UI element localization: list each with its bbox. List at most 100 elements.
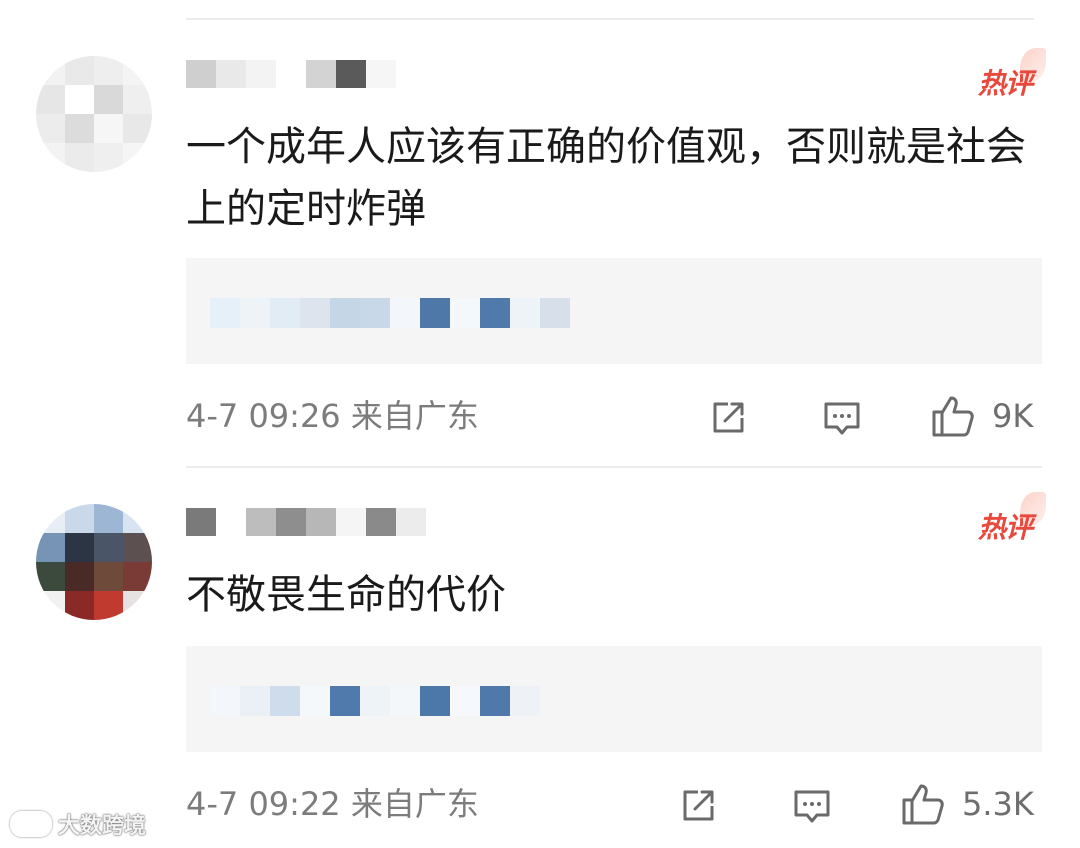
reply-preview-pixel [510, 298, 540, 328]
comment-icon [824, 402, 860, 435]
avatar-pixel [65, 562, 94, 591]
reply-preview-pixel [240, 298, 270, 328]
avatar[interactable] [36, 504, 152, 620]
username-pixel [366, 508, 396, 536]
reply-preview-pixel [210, 686, 240, 716]
avatar-pixel [123, 56, 152, 85]
comment-footer: 4-7 09:26 来自广东 9K [0, 394, 1080, 438]
username-pixel [186, 60, 216, 88]
avatar-pixel [123, 504, 152, 533]
avatar-pixel [65, 504, 94, 533]
share-button[interactable] [708, 398, 748, 438]
reply-preview-pixel [360, 298, 390, 328]
avatar-pixel [94, 562, 123, 591]
username-pixel [216, 508, 246, 536]
share-icon [713, 402, 744, 433]
reply-preview-box[interactable] [186, 646, 1042, 752]
hot-comment-badge: 热评 [978, 492, 1047, 546]
watermark: 大数跨境 [10, 808, 146, 840]
username-pixel [246, 508, 276, 536]
reply-preview-pixel [300, 686, 330, 716]
reply-preview-pixel [270, 686, 300, 716]
avatar-pixel [94, 114, 123, 143]
reply-preview-pixel [510, 686, 540, 716]
reply-preview-pixel [450, 686, 480, 716]
like-count: 9K [992, 397, 1034, 435]
comment-location: 来自广东 [350, 397, 479, 435]
avatar-pixel [123, 143, 152, 172]
reply-preview-pixel [330, 298, 360, 328]
avatar-pixel [36, 533, 65, 562]
reply-preview-pixel [300, 298, 330, 328]
comment-text: 不敬畏生命的代价 [186, 572, 506, 618]
reply-preview-box[interactable] [186, 258, 1042, 364]
share-button[interactable] [678, 786, 718, 826]
reply-preview-pixel [270, 298, 300, 328]
username-pixel [276, 508, 306, 536]
reply-preview-pixel [330, 686, 360, 716]
avatar-pixel [123, 591, 152, 620]
username-pixelated[interactable] [186, 508, 426, 536]
avatar-pixel [123, 562, 152, 591]
reply-preview-pixel [480, 686, 510, 716]
avatar-pixel [65, 114, 94, 143]
comment-date: 4-7 09:26 [186, 397, 341, 435]
comment-text: 一个成年人应该有正确的价值观，否则就是社会上的定时炸弹 [186, 124, 1026, 232]
avatar-pixel [94, 85, 123, 114]
reply-preview-pixel [420, 298, 450, 328]
reply-preview-pixel [450, 298, 480, 328]
avatar-pixel [94, 56, 123, 85]
username-pixelated[interactable] [186, 60, 396, 88]
avatar-pixel [123, 114, 152, 143]
comment-icon [794, 790, 830, 823]
avatar-pixel [36, 504, 65, 533]
like-button[interactable]: 5.3K [900, 782, 1034, 826]
reply-preview-pixel [360, 686, 390, 716]
avatar-pixel [123, 85, 152, 114]
comment-date: 4-7 09:22 [186, 785, 341, 823]
reply-preview-pixel [420, 686, 450, 716]
reply-button[interactable] [822, 398, 862, 438]
username-pixel [276, 60, 306, 88]
comment-item: 热评 一个成年人应该有正确的价值观，否则就是社会上的定时炸弹 4-7 09:26… [0, 0, 1080, 466]
thumbs-up-icon [902, 784, 944, 825]
avatar-pixel [123, 533, 152, 562]
watermark-text: 大数跨境 [58, 814, 147, 839]
reply-preview-pixel [540, 298, 570, 328]
avatar-pixel [36, 85, 65, 114]
avatar-pixel [36, 562, 65, 591]
share-icon [683, 790, 714, 821]
like-count: 5.3K [962, 785, 1034, 823]
avatar-pixel [65, 591, 94, 620]
avatar[interactable] [36, 56, 152, 172]
reply-preview-pixel [210, 298, 240, 328]
avatar-pixel [36, 114, 65, 143]
avatar-pixel [65, 533, 94, 562]
avatar-pixel [94, 143, 123, 172]
avatar-pixel [65, 85, 94, 114]
comment-meta: 4-7 09:22 来自广东 [186, 782, 479, 826]
avatar-pixel [65, 56, 94, 85]
username-pixel [186, 508, 216, 536]
comment-item: 热评 不敬畏生命的代价 4-7 09:22 来自广东 5.3K [0, 468, 1080, 848]
username-pixel [366, 60, 396, 88]
avatar-pixel [65, 143, 94, 172]
reply-preview-pixel [390, 686, 420, 716]
avatar-pixel [94, 591, 123, 620]
like-button[interactable]: 9K [930, 394, 1033, 438]
username-pixel [336, 60, 366, 88]
reply-button[interactable] [792, 786, 832, 826]
comment-meta: 4-7 09:26 来自广东 [186, 394, 479, 438]
avatar-pixel [94, 533, 123, 562]
reply-preview-pixel [480, 298, 510, 328]
comment-footer: 4-7 09:22 来自广东 5.3K [0, 782, 1080, 826]
avatar-pixel [36, 56, 65, 85]
username-pixel [216, 60, 246, 88]
thumbs-up-icon [932, 396, 974, 437]
username-pixel [246, 60, 276, 88]
username-pixel [306, 508, 336, 536]
username-pixel [306, 60, 336, 88]
reply-preview-pixelated [210, 298, 570, 328]
reply-preview-pixel [240, 686, 270, 716]
username-pixel [336, 508, 366, 536]
